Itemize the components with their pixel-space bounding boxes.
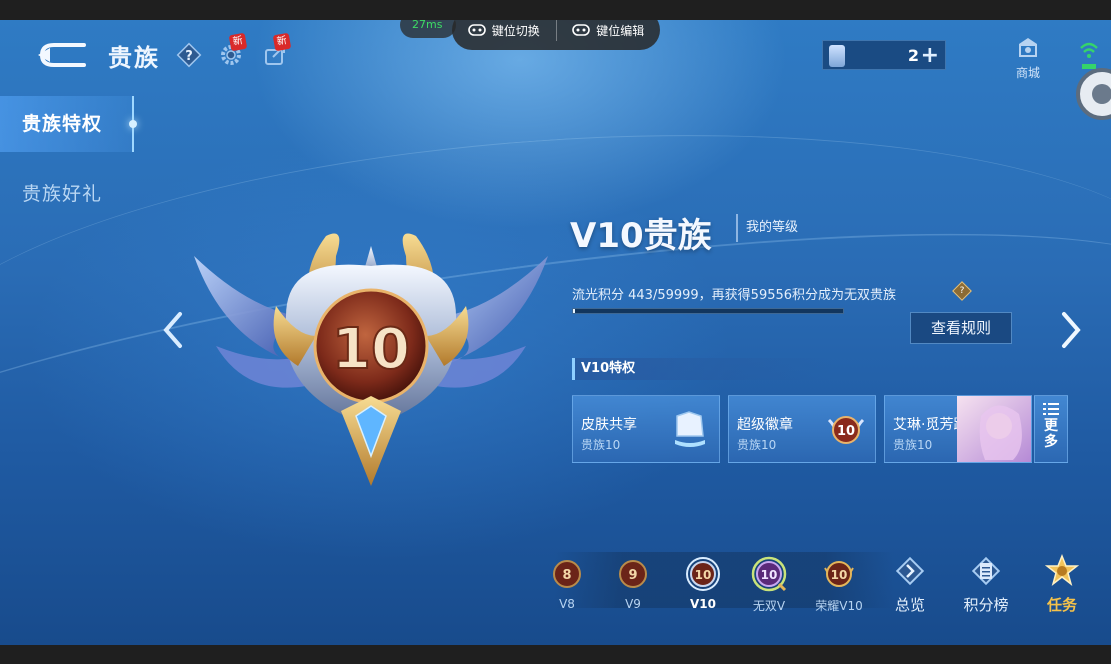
next-level-arrow-icon[interactable] (1060, 310, 1084, 350)
task-label: 任务 (1046, 596, 1077, 614)
page-title: 贵族 (108, 44, 160, 72)
ticket-amount: 2 (907, 46, 919, 65)
shop-button[interactable]: 商城 (1010, 36, 1046, 80)
my-level-tag: 我的等级 (736, 214, 798, 242)
privilege-card-skin-erin[interactable]: 艾琳·觅芳踪 贵族10 (884, 395, 1032, 463)
privilege-card-name: 超级徽章 (737, 417, 793, 433)
help-icon: ? (176, 42, 202, 68)
svg-text:8: 8 (562, 568, 571, 583)
key-edit-label: 键位编辑 (596, 23, 645, 38)
tier-medal-icon: 10 (824, 561, 854, 587)
ticket-icon (829, 45, 845, 67)
tier-medal-icon: 10 (751, 556, 787, 592)
points-progress-bar (572, 308, 844, 314)
tier-wushuang[interactable]: 10 无双V (742, 556, 796, 614)
back-arrow-icon[interactable] (34, 42, 92, 68)
overview-icon (895, 556, 925, 586)
overview-button[interactable]: 总览 (882, 554, 938, 615)
svg-text:10: 10 (837, 424, 855, 439)
emblem-level-number: 10 (332, 317, 410, 382)
tier-medal-icon: 8 (553, 560, 581, 588)
gamepad-icon (467, 24, 486, 36)
nobility-emblem: 10 (194, 233, 548, 486)
new-badge: 新 (272, 32, 292, 52)
sidebar-item-label: 贵族好礼 (22, 183, 103, 205)
new-badge: 新 (228, 32, 248, 52)
tier-rongyao[interactable]: 10 荣耀V10 (812, 556, 866, 614)
tier-v8[interactable]: 8 V8 (540, 556, 594, 611)
shop-label: 商城 (1015, 66, 1040, 80)
key-edit-button[interactable]: 键位编辑 (557, 22, 661, 39)
more-label: 多 (1044, 434, 1058, 450)
tier-label: V10 (690, 597, 716, 611)
tier-medal-icon: 10 (686, 557, 720, 591)
wifi-icon (1080, 42, 1098, 69)
help-button[interactable]: ? (176, 42, 202, 68)
active-indicator (129, 120, 137, 128)
gamepad-icon (572, 24, 591, 36)
view-rules-button[interactable]: 查看规则 (910, 312, 1012, 344)
sidebar-item-gifts[interactable]: 贵族好礼 (0, 166, 134, 222)
svg-text:10: 10 (695, 568, 712, 582)
vip-level-title: V10贵族 (570, 216, 712, 256)
privilege-card-sub: 贵族10 (737, 438, 777, 452)
leaderboard-button[interactable]: 积分榜 (958, 554, 1014, 615)
nobility-screen: 贵族 ? 新 新 27ms 键位切换 键位编辑 2 + 商城 贵族特权 贵族好礼… (0, 20, 1111, 645)
window-bottom-frame (0, 645, 1111, 664)
window-top-frame (0, 0, 1111, 20)
overview-label: 总览 (894, 596, 925, 614)
svg-text:10: 10 (831, 568, 848, 582)
tier-v10[interactable]: 10 V10 (676, 556, 730, 611)
key-switch-button[interactable]: 键位切换 (452, 22, 556, 39)
task-star-icon (1044, 553, 1080, 586)
skin-portrait-icon (957, 396, 1031, 462)
more-privileges-button[interactable]: 更 多 (1034, 395, 1068, 463)
privilege-card-skin-share[interactable]: 皮肤共享 贵族10 (572, 395, 720, 463)
points-progress-text: 流光积分 443/59999，再获得59556积分成为无双贵族 (572, 288, 897, 303)
sidebar-item-label: 贵族特权 (22, 113, 103, 135)
gear-icon (1092, 84, 1111, 104)
progress-fill (573, 309, 576, 313)
privileges-header: V10特权 (572, 358, 832, 380)
tier-label: 无双V (752, 599, 786, 613)
help-mark: ? (959, 286, 965, 296)
super-badge-icon: 10 (827, 416, 865, 444)
shop-icon (1019, 38, 1037, 57)
points-help-icon[interactable]: ? (952, 281, 972, 301)
privilege-card-name: 皮肤共享 (581, 417, 637, 433)
tier-label: 荣耀V10 (815, 599, 863, 613)
ticket-currency: 2 + (822, 40, 946, 70)
floating-assist-button[interactable] (1076, 68, 1111, 120)
skin-share-icon (675, 411, 705, 447)
tier-label: V8 (559, 597, 575, 611)
svg-text:?: ? (185, 49, 193, 64)
key-mapping-overlay: 键位切换 键位编辑 (452, 20, 660, 50)
settings-button[interactable]: 新 (218, 32, 248, 68)
sidebar-item-privileges[interactable]: 贵族特权 (0, 96, 137, 152)
svg-text:9: 9 (628, 568, 637, 583)
tier-v9[interactable]: 9 V9 (606, 556, 660, 611)
share-button[interactable]: 新 (262, 32, 292, 68)
more-label: 更 (1044, 418, 1058, 434)
ping-indicator: 27ms (400, 20, 456, 38)
prev-level-arrow-icon[interactable] (160, 310, 184, 350)
tier-medal-icon: 9 (619, 560, 647, 588)
add-ticket-button[interactable]: + (921, 43, 939, 68)
svg-text:10: 10 (761, 568, 778, 582)
privilege-card-sub: 贵族10 (581, 438, 621, 452)
task-button[interactable]: 任务 (1034, 553, 1090, 615)
key-switch-label: 键位切换 (491, 23, 540, 38)
leaderboard-label: 积分榜 (963, 596, 1009, 614)
list-icon (1043, 403, 1059, 415)
tier-label: V9 (625, 597, 641, 611)
privilege-card-super-badge[interactable]: 超级徽章 贵族10 10 (728, 395, 876, 463)
privilege-card-sub: 贵族10 (893, 438, 933, 452)
leaderboard-icon (971, 556, 1001, 586)
